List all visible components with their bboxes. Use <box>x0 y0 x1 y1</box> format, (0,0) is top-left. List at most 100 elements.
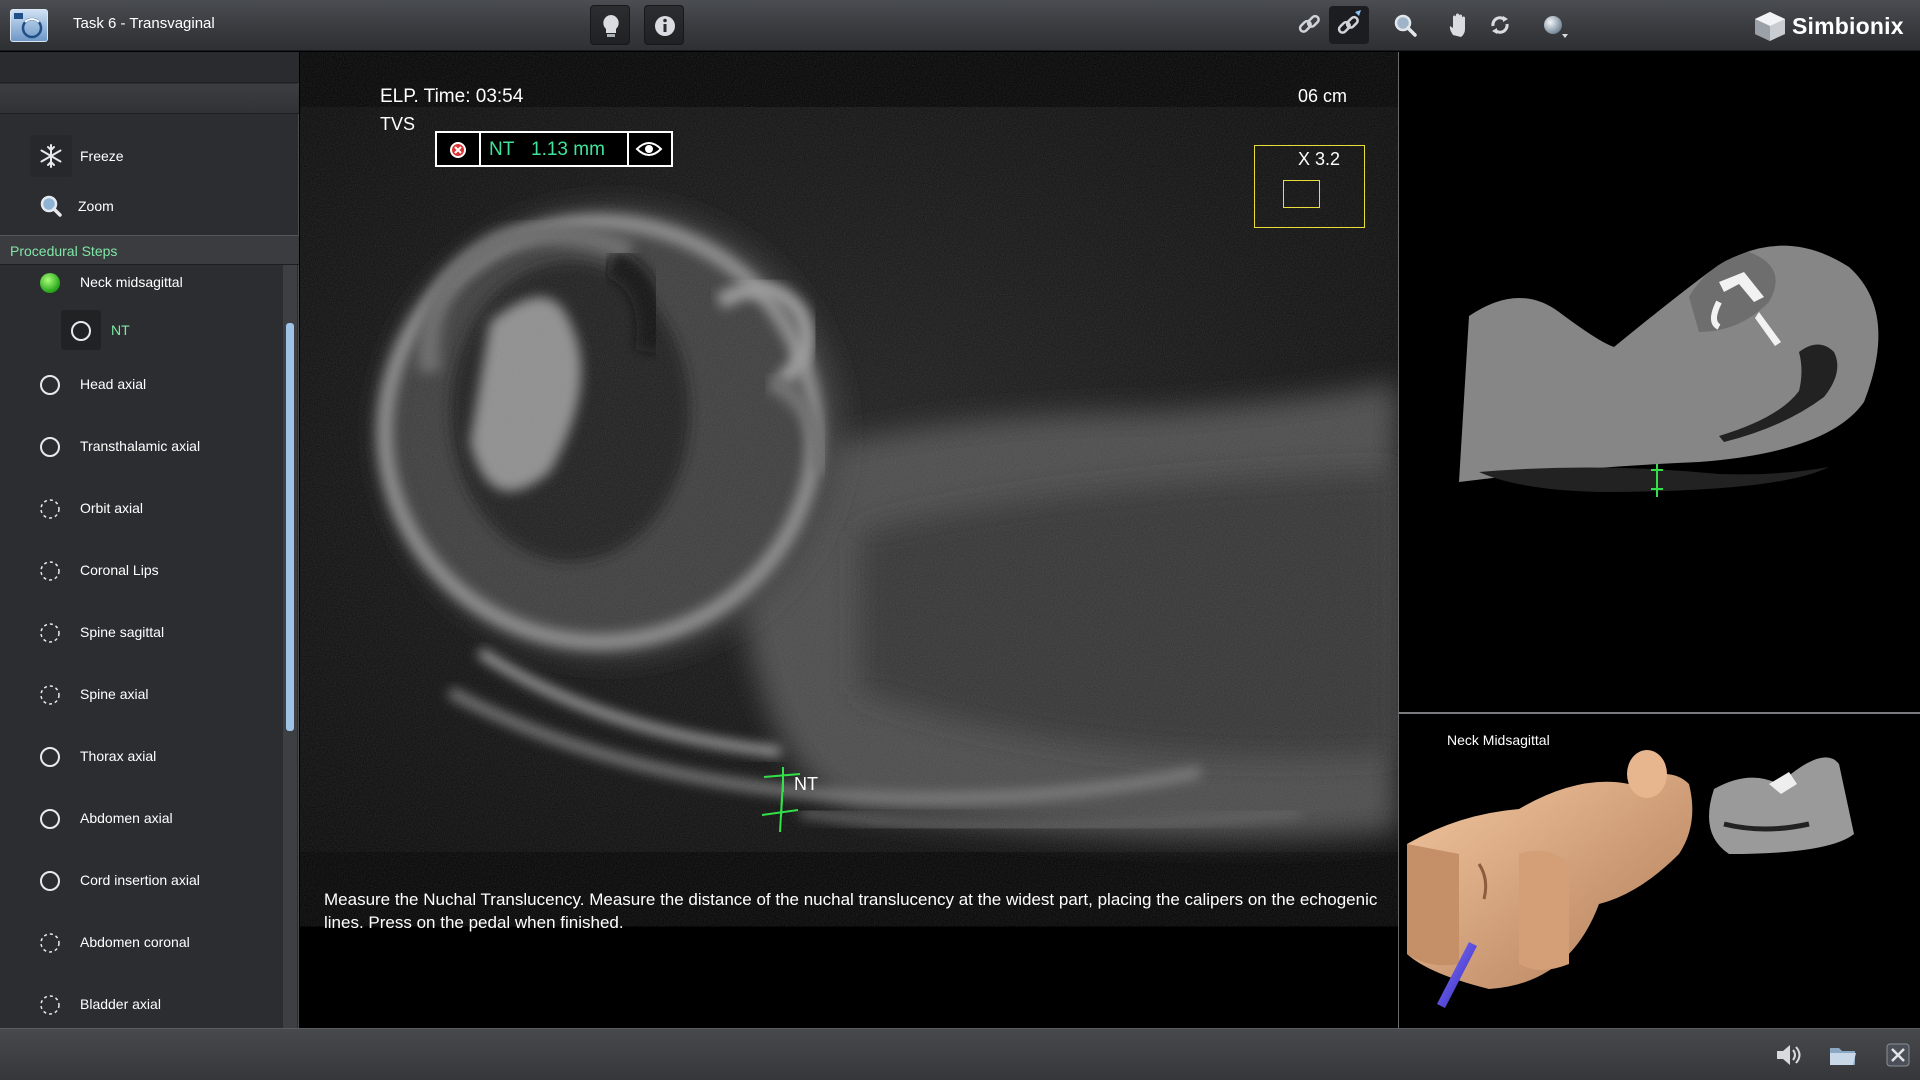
step-abdomen-axial[interactable]: Abdomen axial <box>0 800 280 834</box>
step-coronal-lips[interactable]: Coronal Lips <box>0 552 280 586</box>
step-label: Bladder axial <box>80 996 161 1012</box>
hand-icon <box>1449 13 1465 37</box>
step-label: NT <box>111 322 130 338</box>
sphere-dropdown-icon <box>1544 16 1568 38</box>
toggle-visibility-button[interactable] <box>629 133 671 165</box>
hand-button[interactable] <box>1442 8 1476 42</box>
step-abdomen-coronal[interactable]: Abdomen coronal <box>0 924 280 958</box>
step-bladder-axial[interactable]: Bladder axial <box>0 986 280 1020</box>
step-done-icon <box>38 271 62 295</box>
depth-readout: 06 cm <box>1298 86 1348 106</box>
freeze-label: Freeze <box>80 148 124 164</box>
step-label: Transthalamic axial <box>80 438 201 454</box>
link-button[interactable] <box>1292 8 1326 42</box>
step-open-icon <box>38 373 62 397</box>
sphere-view-button[interactable] <box>1537 8 1571 42</box>
step-optional-icon <box>38 683 62 707</box>
step-optional-icon <box>38 559 62 583</box>
step-optional-icon <box>38 993 62 1017</box>
steps-scrollbar[interactable] <box>283 265 297 1028</box>
freeze-tool[interactable]: Freeze <box>30 135 280 177</box>
step-open-icon <box>38 435 62 459</box>
zoom-factor: X 3.2 <box>1298 149 1341 169</box>
search-button[interactable] <box>1388 8 1422 42</box>
step-open-icon <box>69 319 93 343</box>
step-open-icon <box>38 869 62 893</box>
hint-button[interactable] <box>590 5 630 45</box>
patient-model-3d <box>1407 750 1854 1008</box>
measurement-name: NT <box>489 139 515 160</box>
probe-link-icon <box>1337 10 1361 34</box>
measurement-value: 1.13 mm <box>531 133 629 165</box>
step-label: Cord insertion axial <box>80 872 200 888</box>
step-open-icon <box>38 807 62 831</box>
search-icon <box>1394 14 1417 37</box>
sidebar-strip <box>0 84 299 114</box>
open-folder-button[interactable] <box>1826 1039 1860 1071</box>
elapsed-time: ELP. Time: 03:54 <box>380 86 524 107</box>
step-spine-sagittal[interactable]: Spine sagittal <box>0 614 280 648</box>
sagittal-fetus-diagram <box>1459 245 1879 497</box>
instruction-text: Measure the Nuchal Translucency. Measure… <box>324 890 1378 932</box>
step-label: Head axial <box>80 376 147 392</box>
step-label: Thorax axial <box>80 748 157 764</box>
zoom-indicator: X 3.2 <box>1254 145 1365 228</box>
ultrasound-image <box>300 107 1398 852</box>
task-title: Task 6 - Transvaginal <box>73 15 215 32</box>
delete-measurement-button[interactable] <box>437 133 481 165</box>
app-logo-icon[interactable] <box>10 9 48 42</box>
brand-name: Simbionix <box>1792 13 1904 39</box>
exit-button[interactable] <box>1881 1039 1915 1071</box>
step-spine-axial[interactable]: Spine axial <box>0 676 280 710</box>
step-label: Spine sagittal <box>80 624 165 640</box>
step-transthalamic-axial[interactable]: Transthalamic axial <box>0 428 280 462</box>
eye-icon <box>635 142 663 156</box>
anatomy-view-panel[interactable] <box>1398 52 1920 712</box>
steps-header-label: Procedural Steps <box>10 243 118 259</box>
step-nt[interactable]: NT <box>0 310 280 352</box>
snowflake-icon <box>30 135 72 177</box>
model-view-panel[interactable]: Neck Midsagittal <box>1398 712 1920 1028</box>
step-orbit-axial[interactable]: Orbit axial <box>0 490 280 524</box>
rotate-button[interactable] <box>1483 8 1517 42</box>
ultrasound-viewport[interactable]: ELP. Time: 03:54 TVS 06 cm NT 1.13 mm X … <box>300 52 1398 1028</box>
step-label: Abdomen axial <box>80 810 173 826</box>
procedural-steps-header: Procedural Steps <box>0 235 299 265</box>
step-label: Orbit axial <box>80 500 144 516</box>
step-label: Abdomen coronal <box>80 934 190 950</box>
audio-button[interactable] <box>1771 1039 1805 1071</box>
step-label: Neck midsagittal <box>80 274 183 290</box>
close-icon <box>1886 1043 1910 1067</box>
caliper-label: NT <box>794 774 818 794</box>
sidebar: Freeze Zoom Procedural Steps Neck midsag… <box>0 52 299 1028</box>
step-optional-icon <box>38 931 62 955</box>
zoom-label: Zoom <box>78 198 114 214</box>
cube-icon <box>1755 12 1785 41</box>
lightbulb-icon <box>603 15 619 37</box>
step-thorax-axial[interactable]: Thorax axial <box>0 738 280 772</box>
zoom-region <box>1283 180 1320 208</box>
info-icon <box>655 16 675 36</box>
zoom-tool[interactable]: Zoom <box>30 185 280 227</box>
step-head-axial[interactable]: Head axial <box>0 366 280 400</box>
probe-link-button[interactable] <box>1329 6 1369 44</box>
measurement-bar: NT 1.13 mm <box>435 131 673 167</box>
step-label: Spine axial <box>80 686 149 702</box>
folder-icon <box>1830 1048 1856 1065</box>
zoom-icon <box>30 185 72 227</box>
step-optional-icon <box>38 497 62 521</box>
bottom-toolbar <box>0 1028 1920 1080</box>
step-cord-insertion-axial[interactable]: Cord insertion axial <box>0 862 280 896</box>
rotate-icon <box>1491 16 1509 34</box>
info-button[interactable] <box>644 5 684 45</box>
close-circle-icon <box>450 142 466 158</box>
link-icon <box>1298 14 1320 33</box>
step-neck-midsagittal[interactable]: Neck midsagittal <box>0 264 280 298</box>
step-label: Coronal Lips <box>80 562 159 578</box>
scrollbar-thumb[interactable] <box>286 323 294 731</box>
speaker-icon <box>1777 1045 1801 1065</box>
sidebar-strip <box>0 52 299 83</box>
scan-mode: TVS <box>380 114 416 134</box>
step-open-icon <box>38 745 62 769</box>
step-optional-icon <box>38 621 62 645</box>
